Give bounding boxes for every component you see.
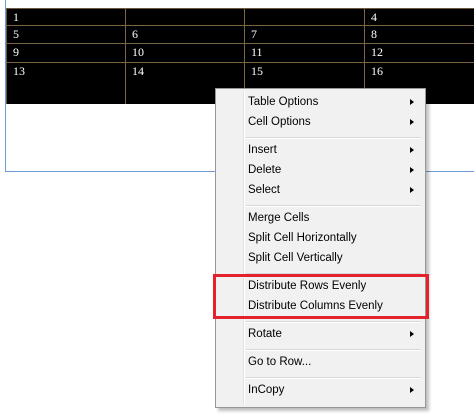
- document-canvas: 1 4 5 6 7 8 9 10 11 12 13 14 15 16 Table…: [0, 0, 474, 416]
- menu-item-delete[interactable]: Delete: [218, 160, 423, 180]
- table-cell[interactable]: 1: [7, 9, 126, 25]
- submenu-arrow-icon: [410, 187, 414, 193]
- menu-item-label: Table Options: [248, 96, 319, 108]
- submenu-arrow-icon: [410, 119, 414, 125]
- menu-separator: [246, 377, 421, 379]
- menu-item-label: Insert: [248, 144, 277, 156]
- table-row: 5 6 7 8: [7, 26, 474, 44]
- menu-item-label: Cell Options: [248, 116, 311, 128]
- submenu-arrow-icon: [410, 387, 414, 393]
- table-cell[interactable]: 13: [7, 63, 126, 104]
- menu-item-label: Select: [248, 184, 280, 196]
- submenu-arrow-icon: [410, 331, 414, 337]
- menu-item-label: Split Cell Horizontally: [248, 232, 357, 244]
- table-cell[interactable]: 7: [245, 26, 365, 43]
- table-cell[interactable]: 8: [365, 26, 474, 43]
- menu-item-table-options[interactable]: Table Options: [218, 92, 423, 112]
- submenu-arrow-icon: [410, 167, 414, 173]
- menu-separator: [246, 321, 421, 323]
- menu-item-select[interactable]: Select: [218, 180, 423, 200]
- table-cell[interactable]: 4: [365, 9, 474, 25]
- menu-item-cell-options[interactable]: Cell Options: [218, 112, 423, 132]
- table-cell[interactable]: 11: [245, 44, 365, 62]
- menu-item-insert[interactable]: Insert: [218, 140, 423, 160]
- highlight-box: [213, 274, 429, 319]
- table-cell[interactable]: [245, 9, 365, 25]
- menu-item-merge-cells[interactable]: Merge Cells: [218, 208, 423, 228]
- table-cell[interactable]: 10: [126, 44, 245, 62]
- menu-item-rotate[interactable]: Rotate: [218, 324, 423, 344]
- menu-item-split-cell-horizontally[interactable]: Split Cell Horizontally: [218, 228, 423, 248]
- table-row: 1 4: [7, 9, 474, 26]
- submenu-arrow-icon: [410, 99, 414, 105]
- menu-item-go-to-row[interactable]: Go to Row...: [218, 352, 423, 372]
- menu-item-label: Go to Row...: [248, 356, 312, 368]
- menu-separator: [246, 137, 421, 139]
- table-cell[interactable]: [126, 9, 245, 25]
- menu-item-label: Split Cell Vertically: [248, 252, 343, 264]
- table-cell[interactable]: 12: [365, 44, 474, 62]
- table-row: 9 10 11 12: [7, 44, 474, 63]
- menu-item-label: Rotate: [248, 328, 282, 340]
- menu-item-split-cell-vertically[interactable]: Split Cell Vertically: [218, 248, 423, 268]
- table-cell[interactable]: 5: [7, 26, 126, 43]
- table-cell[interactable]: 9: [7, 44, 126, 62]
- menu-item-label: InCopy: [248, 384, 285, 396]
- menu-item-label: Merge Cells: [248, 212, 310, 224]
- context-menu: Table Options Cell Options Insert Delete…: [215, 88, 426, 408]
- submenu-arrow-icon: [410, 147, 414, 153]
- menu-item-incopy[interactable]: InCopy: [218, 380, 423, 400]
- menu-separator: [246, 205, 421, 207]
- menu-item-label: Delete: [248, 164, 282, 176]
- table-cell[interactable]: 6: [126, 26, 245, 43]
- menu-separator: [246, 349, 421, 351]
